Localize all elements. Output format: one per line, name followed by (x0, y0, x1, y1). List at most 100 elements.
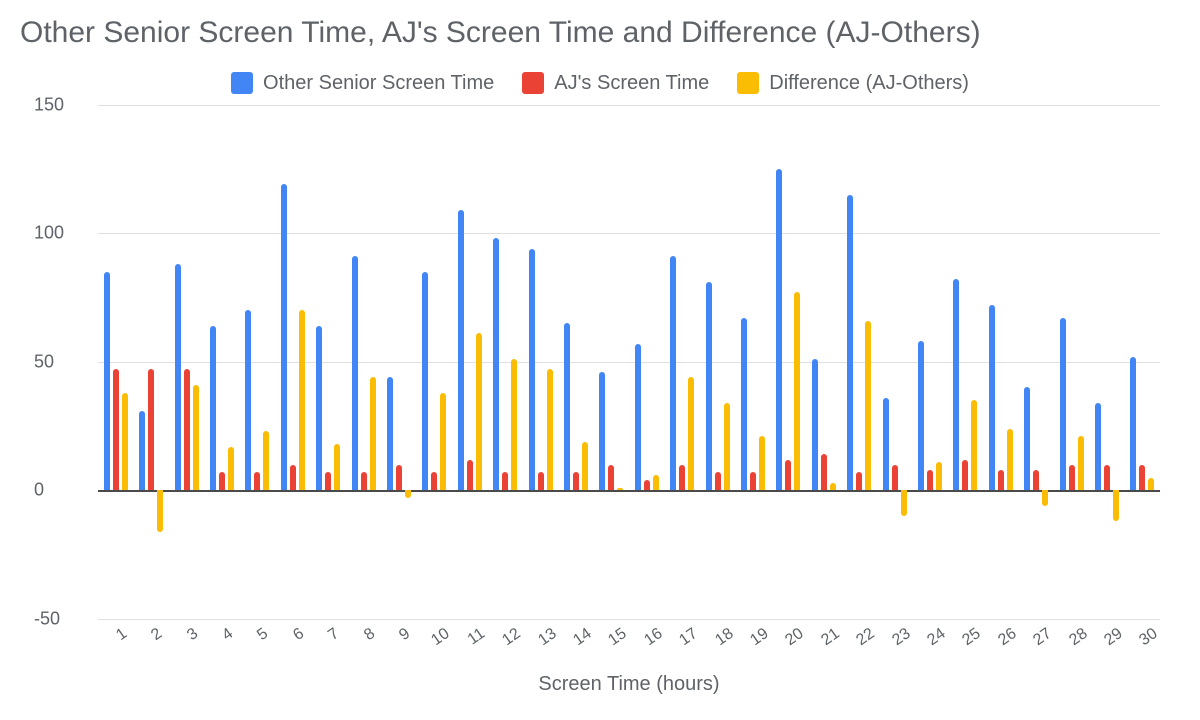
bar-group (204, 105, 239, 620)
bar (706, 282, 712, 490)
x-tick-label: 10 (429, 625, 454, 650)
bar (1095, 403, 1101, 490)
x-tick-label: 30 (1137, 625, 1162, 650)
bar (1139, 465, 1145, 491)
bar (467, 460, 473, 491)
bar-group (487, 105, 522, 620)
bar (219, 472, 225, 490)
bar (759, 436, 765, 490)
bar (547, 369, 553, 490)
bar-group (842, 105, 877, 620)
bar (715, 472, 721, 490)
bar (670, 256, 676, 490)
bar (440, 393, 446, 491)
bar (617, 488, 623, 491)
bar (1078, 436, 1084, 490)
x-tick-label: 13 (535, 625, 560, 650)
bar (776, 169, 782, 491)
bar (679, 465, 685, 491)
x-tick-cell: 14 (558, 619, 593, 673)
bar (1033, 470, 1039, 491)
x-tick-cell: 2 (133, 619, 168, 673)
bar (971, 400, 977, 490)
x-tick-label: 25 (960, 625, 985, 650)
x-tick-cell: 24 (912, 619, 947, 673)
bar (856, 472, 862, 490)
bar (387, 377, 393, 490)
x-tick-label: 17 (677, 625, 702, 650)
bar-group (806, 105, 841, 620)
bar (361, 472, 367, 490)
bar (458, 210, 464, 490)
legend-item-other: Other Senior Screen Time (231, 72, 494, 95)
x-tick-cell: 11 (452, 619, 487, 673)
x-axis: 1234567891011121314151617181920212223242… (98, 619, 1160, 673)
x-tick-label: 26 (995, 625, 1020, 650)
bar (1042, 490, 1048, 505)
bar (422, 272, 428, 491)
bar (794, 292, 800, 490)
bar-group (877, 105, 912, 620)
x-tick-cell: 10 (417, 619, 452, 673)
x-tick-cell: 16 (629, 619, 664, 673)
bar-group (346, 105, 381, 620)
bar (113, 369, 119, 490)
bar (316, 326, 322, 491)
x-tick-cell: 28 (1054, 619, 1089, 673)
x-tick-label: 1 (113, 625, 131, 645)
bar (918, 341, 924, 490)
bar (1060, 318, 1066, 490)
x-tick-label: 24 (924, 625, 949, 650)
x-tick-label: 19 (747, 625, 772, 650)
bar-group (310, 105, 345, 620)
x-tick-cell: 1 (98, 619, 133, 673)
bar (847, 195, 853, 491)
x-tick-cell: 9 (381, 619, 416, 673)
bar (865, 321, 871, 491)
x-tick-cell: 21 (806, 619, 841, 673)
bar (573, 472, 579, 490)
x-tick-label: 29 (1101, 625, 1126, 650)
legend-swatch-diff (737, 72, 759, 94)
bar (582, 442, 588, 491)
bar (724, 403, 730, 490)
y-tick-label: 0 (20, 480, 90, 501)
x-tick-label: 18 (712, 625, 737, 650)
x-tick-cell: 27 (1019, 619, 1054, 673)
legend: Other Senior Screen Time AJ's Screen Tim… (20, 72, 1180, 95)
bar-group (1054, 105, 1089, 620)
bar (210, 326, 216, 491)
bar (821, 454, 827, 490)
x-tick-label: 12 (499, 625, 524, 650)
bar (599, 372, 605, 490)
bar-group (1125, 105, 1160, 620)
x-tick-cell: 5 (240, 619, 275, 673)
x-tick-label: 5 (254, 625, 272, 645)
bar (299, 310, 305, 490)
chart-container: Other Senior Screen Time, AJ's Screen Ti… (0, 0, 1200, 720)
x-tick-label: 9 (396, 625, 414, 645)
bar (936, 462, 942, 490)
bar (635, 344, 641, 491)
legend-item-aj: AJ's Screen Time (522, 72, 709, 95)
x-tick-label: 14 (570, 625, 595, 650)
x-tick-label: 11 (464, 625, 488, 649)
x-tick-label: 21 (818, 625, 843, 650)
bar (245, 310, 251, 490)
bar-group (665, 105, 700, 620)
bar-group (1089, 105, 1124, 620)
bar (1104, 465, 1110, 491)
bar-group (417, 105, 452, 620)
bar (228, 447, 234, 491)
chart-title: Other Senior Screen Time, AJ's Screen Ti… (20, 14, 1180, 52)
bar (157, 490, 163, 531)
bar (193, 385, 199, 490)
bar (538, 472, 544, 490)
x-tick-label: 16 (641, 625, 666, 650)
bar (148, 369, 154, 490)
x-tick-cell: 25 (948, 619, 983, 673)
x-tick-label: 6 (290, 625, 308, 645)
bar (750, 472, 756, 490)
bar (644, 480, 650, 490)
bar (564, 323, 570, 490)
